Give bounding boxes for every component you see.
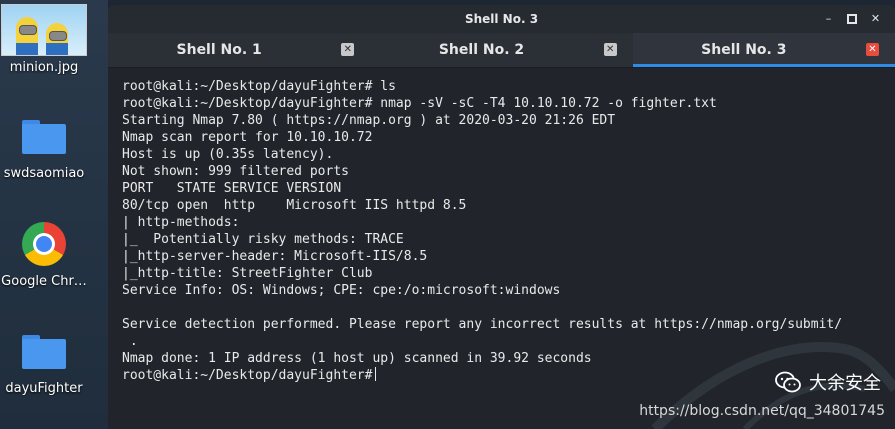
maximize-button[interactable] (847, 14, 857, 24)
close-button[interactable]: ✕ (870, 13, 881, 24)
terminal-line: PORT STATE SERVICE VERSION (122, 181, 342, 196)
terminal-line: Not shown: 999 filtered ports (122, 164, 349, 179)
minion-image-icon (1, 4, 87, 56)
title-bar[interactable]: Shell No. 3 – ✕ (108, 5, 895, 33)
desktop-icon-label: dayuFighter (5, 381, 83, 396)
tab-close-icon[interactable]: ✕ (865, 43, 879, 56)
watermark: 大余安全 (775, 369, 881, 395)
watermark-url: https://blog.csdn.net/qq_34801745 (639, 403, 885, 419)
terminal-line: Nmap scan report for 10.10.10.72 (122, 130, 373, 145)
chrome-icon (22, 222, 66, 266)
tab-label: Shell No. 1 (176, 42, 262, 58)
tab-bar: Shell No. 1 ✕ Shell No. 2 ✕ Shell No. 3 … (108, 33, 895, 68)
tab-shell-3[interactable]: Shell No. 3 ✕ (632, 33, 895, 67)
terminal-prompt: root@kali:~/Desktop/dayuFighter# (122, 368, 373, 383)
desktop-icon-chrome[interactable]: Google Chr… (0, 222, 88, 289)
tab-label: Shell No. 3 (701, 42, 787, 58)
window-title: Shell No. 3 (464, 12, 539, 26)
desktop-icon-swdsaomiao[interactable]: swdsaomiao (0, 120, 88, 181)
terminal-line: root@kali:~/Desktop/dayuFighter# ls (122, 79, 396, 94)
minimize-button[interactable]: – (823, 13, 834, 24)
terminal-line: root@kali:~/Desktop/dayuFighter# nmap -s… (122, 96, 717, 111)
terminal-line: Starting Nmap 7.80 ( https://nmap.org ) … (122, 113, 616, 128)
desktop-icon-label: swdsaomiao (3, 166, 85, 181)
folder-icon (22, 335, 66, 369)
terminal-line: | http-methods: (122, 215, 240, 230)
terminal-line: 80/tcp open http Microsoft IIS httpd 8.5 (122, 198, 467, 213)
tab-shell-1[interactable]: Shell No. 1 ✕ (108, 33, 370, 67)
desktop-icon-label: Google Chr… (1, 274, 87, 289)
desktop-icon-label: minion.jpg (9, 60, 79, 75)
tab-label: Shell No. 2 (438, 42, 525, 58)
text-cursor (375, 367, 377, 381)
desktop: minion.jpg swdsaomiao Google Chr… dayuFi… (0, 0, 108, 429)
desktop-icon-minion[interactable]: minion.jpg (0, 4, 88, 75)
terminal-line: Host is up (0.35s latency). (122, 147, 334, 162)
tab-close-icon[interactable]: ✕ (341, 43, 355, 56)
terminal-line: |_ Potentially risky methods: TRACE (122, 232, 404, 247)
watermark-brand: 大余安全 (809, 373, 881, 394)
wechat-icon (775, 371, 801, 393)
tab-close-icon[interactable]: ✕ (603, 43, 617, 56)
tab-shell-2[interactable]: Shell No. 2 ✕ (370, 33, 632, 67)
terminal-window: Shell No. 3 – ✕ Shell No. 1 ✕ Shell No. … (108, 5, 895, 429)
folder-icon (22, 120, 66, 154)
terminal-line: |_http-server-header: Microsoft-IIS/8.5 (122, 249, 428, 264)
desktop-icon-dayufighter[interactable]: dayuFighter (0, 335, 88, 396)
